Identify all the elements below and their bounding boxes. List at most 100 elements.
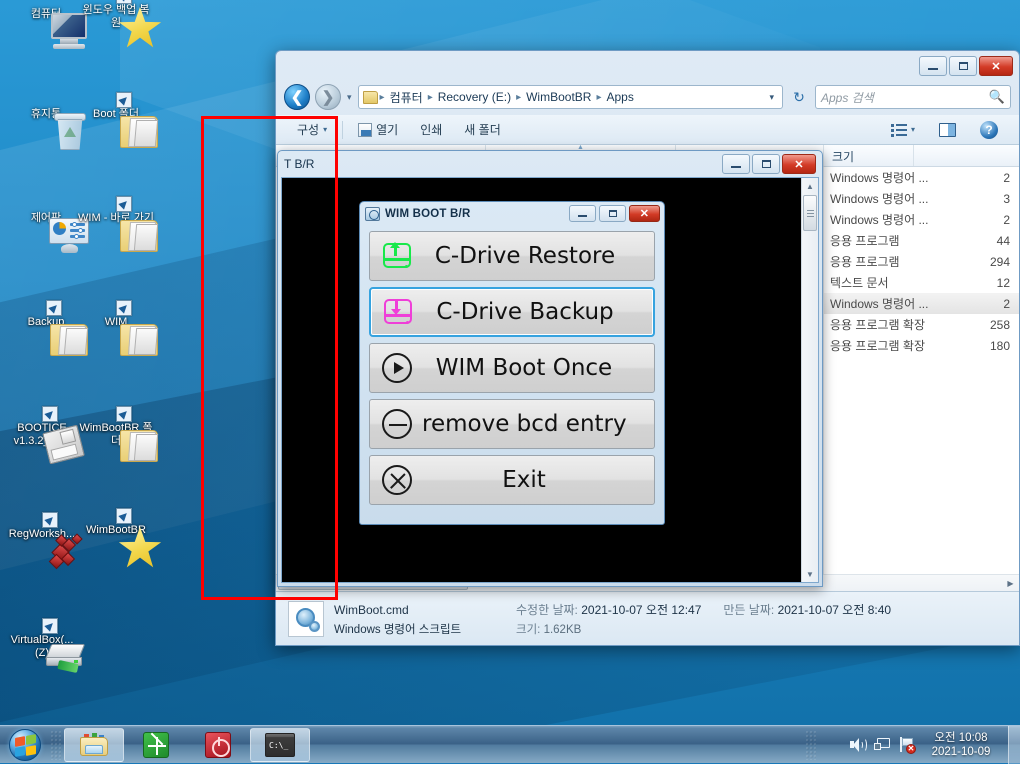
table-row[interactable]: Windows 명령어 ... 2 [824, 167, 1019, 188]
table-row[interactable]: 응용 프로그램 294 [824, 251, 1019, 272]
clock-time: 오전 10:08 [934, 731, 988, 744]
close-button[interactable]: ✕ [629, 205, 660, 222]
desktop-icon-wim-shortcut[interactable]: WIM - 바로 가기 [78, 196, 159, 252]
back-button[interactable]: ❮ [284, 84, 310, 110]
taskbar-button-explorer[interactable] [64, 727, 124, 762]
desktop-icon-virtualbox-z[interactable]: VirtualBox(... (Z) [4, 618, 86, 673]
explorer-address-bar[interactable]: ❮ ❯ ▾ ▸ 컴퓨터 ▸ Recovery (E:) ▸ WimBootBR … [276, 79, 1019, 115]
desktop-icon-backup[interactable]: Backup [8, 300, 89, 356]
organize-label: 구성 [297, 123, 320, 137]
scroll-down-arrow-icon[interactable]: ▼ [802, 566, 818, 582]
help-button[interactable]: ? [969, 117, 1009, 143]
taskbar-button-command-prompt[interactable]: C:\_ [250, 727, 310, 762]
taskbar-grip-handle[interactable] [50, 729, 61, 760]
desktop-icon-boot-folder[interactable]: Boot 폴더 [78, 92, 159, 148]
action-center-flag-icon[interactable]: ✕ [898, 736, 916, 754]
taskbar-button-power[interactable] [188, 728, 248, 762]
table-row[interactable]: 응용 프로그램 확장 180 [824, 335, 1019, 356]
close-button[interactable]: ✕ [782, 154, 816, 174]
organize-button[interactable]: 구성 ▾ [286, 117, 338, 142]
table-row[interactable]: 응용 프로그램 확장 258 [824, 314, 1019, 335]
breadcrumb[interactable]: ▸ 컴퓨터 ▸ Recovery (E:) ▸ WimBootBR ▸ Apps… [357, 85, 783, 109]
desktop-icon-computer[interactable]: 컴퓨터 [8, 8, 87, 49]
clock[interactable]: 오전 10:08 2021-10-09 [922, 731, 1000, 759]
search-placeholder: Apps 검색 [821, 90, 874, 105]
clock-date: 2021-10-09 [931, 745, 991, 758]
breadcrumb-item-computer[interactable]: 컴퓨터 [387, 87, 426, 108]
close-button[interactable]: ✕ [979, 56, 1013, 76]
file-list-detail-columns[interactable]: Windows 명령어 ... 2 Windows 명령어 ... 3 Window… [824, 167, 1019, 591]
remove-bcd-entry-button[interactable]: remove bcd entry [369, 399, 655, 449]
breadcrumb-separator: ▸ [516, 91, 522, 103]
inner-window-titlebar[interactable]: T B/R ✕ [278, 151, 822, 177]
system-tray[interactable]: ✕ 오전 10:08 2021-10-09 [803, 729, 1006, 760]
table-row[interactable]: Windows 명령어 ... 3 [824, 188, 1019, 209]
new-folder-button[interactable]: 새 폴더 [453, 117, 511, 142]
wim-boot-br-dialog[interactable]: WIM BOOT B/R ✕ C-Drive Restore C-Drive B… [359, 201, 665, 525]
start-button[interactable] [2, 727, 48, 763]
dialog-titlebar[interactable]: WIM BOOT B/R ✕ [360, 202, 664, 225]
open-button[interactable]: 열기 [347, 117, 409, 142]
tray-grip-handle[interactable] [805, 729, 816, 760]
dialog-window-controls: ✕ [569, 205, 660, 222]
cell-size: 44 [996, 233, 1010, 248]
scroll-right-arrow-icon[interactable]: ▶ [1002, 576, 1019, 591]
chevron-down-icon[interactable]: ▾ [765, 92, 778, 103]
maximize-button[interactable] [949, 56, 977, 76]
breadcrumb-item-wimbootbr[interactable]: WimBootBR [523, 88, 594, 106]
table-row[interactable]: 텍스트 문서 12 [824, 272, 1019, 293]
recent-pages-caret-icon[interactable]: ▾ [346, 92, 353, 103]
minimize-button[interactable] [569, 205, 596, 222]
breadcrumb-item-apps[interactable]: Apps [603, 88, 636, 106]
column-header-size[interactable]: 크기 [824, 145, 914, 166]
breadcrumb-separator: ▸ [379, 91, 385, 103]
search-input[interactable]: Apps 검색 🔍 [815, 85, 1011, 109]
maximize-button[interactable] [599, 205, 626, 222]
status-filename: WimBoot.cmd [334, 602, 409, 617]
status-filetype: Windows 명령어 스크립트 [334, 623, 462, 636]
exit-button[interactable]: Exit [369, 455, 655, 505]
desktop-icon-control-panel[interactable]: 제어판 [8, 212, 89, 253]
network-icon[interactable] [874, 737, 891, 752]
refresh-icon[interactable]: ↻ [788, 85, 810, 109]
drive-download-icon [381, 296, 415, 328]
vertical-scrollbar[interactable]: ▲ ▼ [801, 178, 818, 582]
desktop-icon-wimbootbr-folder[interactable]: WimBootBR 폴더 [78, 406, 159, 462]
minimize-button[interactable] [919, 56, 947, 76]
maximize-button[interactable] [752, 154, 780, 174]
desktop-icon-bootice[interactable]: BOOTICE v1.3.2_Msg [4, 406, 85, 465]
explorer-toolbar[interactable]: 구성 ▾ 열기 인쇄 새 폴더 ▾ ? [276, 115, 1019, 145]
table-row[interactable]: 응용 프로그램 44 [824, 230, 1019, 251]
desktop-icon-wim[interactable]: WIM [78, 300, 159, 356]
shield-icon[interactable] [825, 736, 842, 753]
cell-type: 응용 프로그램 [830, 255, 900, 269]
scroll-up-arrow-icon[interactable]: ▲ [802, 178, 818, 194]
preview-pane-button[interactable] [928, 119, 967, 141]
change-view-button[interactable]: ▾ [880, 119, 926, 141]
forward-button[interactable]: ❯ [315, 84, 341, 110]
desktop-icon-windows-backup-restore[interactable]: 윈도우 백업 복원 [78, 0, 162, 48]
button-label: C-Drive Backup [436, 299, 614, 325]
table-row-selected[interactable]: Windows 명령어 ... 2 [824, 293, 1019, 314]
c-drive-backup-button[interactable]: C-Drive Backup [369, 287, 655, 337]
volume-icon[interactable] [849, 737, 867, 753]
print-button[interactable]: 인쇄 [409, 117, 453, 142]
inner-window-title: T B/R [284, 157, 315, 171]
desktop-icon-regworkshop[interactable]: RegWorksh... [4, 512, 83, 570]
desktop-icon-recycle-bin[interactable]: 휴지통 [8, 108, 86, 150]
green-burst-icon [143, 731, 169, 758]
open-file-icon [358, 122, 373, 137]
minimize-button[interactable] [722, 154, 750, 174]
taskbar[interactable]: C:\_ ✕ 오전 10:08 2021-10-09 [0, 725, 1020, 764]
minus-circle-icon [382, 409, 412, 439]
button-label: Exit [502, 467, 546, 493]
table-row[interactable]: Windows 명령어 ... 2 [824, 209, 1019, 230]
folder-icon [362, 90, 378, 104]
show-desktop-button[interactable] [1008, 725, 1020, 764]
desktop-icon-wimbootbr[interactable]: WimBootBR [78, 508, 162, 568]
taskbar-button-burst[interactable] [126, 728, 186, 762]
breadcrumb-item-recovery[interactable]: Recovery (E:) [435, 88, 514, 106]
wim-boot-once-button[interactable]: WIM Boot Once [369, 343, 655, 393]
scrollbar-thumb[interactable] [803, 195, 817, 231]
c-drive-restore-button[interactable]: C-Drive Restore [369, 231, 655, 281]
